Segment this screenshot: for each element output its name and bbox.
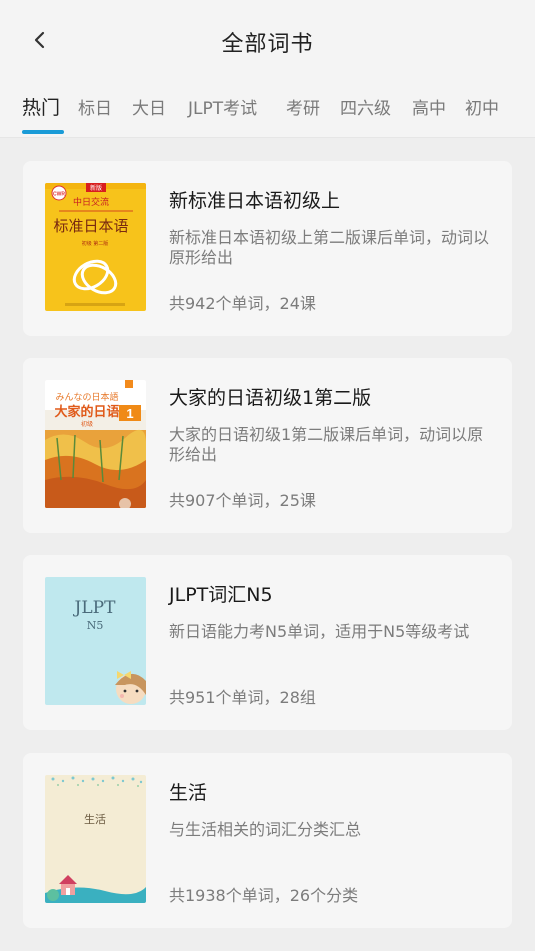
cover-main-text: 标准日本语 bbox=[53, 217, 128, 235]
tab-middle-school[interactable]: 初中 bbox=[465, 94, 499, 119]
page-title: 全部词书 bbox=[221, 32, 314, 57]
top-bar: 全部词书 bbox=[0, 0, 535, 80]
cover-level: 初级 bbox=[81, 420, 93, 428]
book-title: 生活 bbox=[169, 782, 208, 804]
book-card[interactable]: CWR 新版 中日交流 标准日本语 初级 第二版 新标准日本语初级上 新标准日本… bbox=[23, 161, 512, 336]
book-meta: 共907个单词，25课 bbox=[169, 491, 316, 510]
book-description: 新日语能力考N5单词，适用于N5等级考试 bbox=[169, 622, 470, 641]
book-cover: JLPT N5 bbox=[45, 577, 146, 705]
book-cover: みんなの日本語 大家的日语 1 初级 bbox=[45, 380, 146, 508]
tab-active-indicator bbox=[22, 130, 64, 134]
tab-kaoyan[interactable]: 考研 bbox=[286, 94, 320, 119]
book-card[interactable]: JLPT N5 JLPT词汇N5 新日语能力考N5单词，适用于N5等级考试 共9… bbox=[23, 555, 512, 730]
tab-cet[interactable]: 四六级 bbox=[340, 94, 391, 119]
tab-high-school[interactable]: 高中 bbox=[412, 94, 446, 119]
book-title: JLPT词汇N5 bbox=[169, 584, 273, 606]
tab-jlpt[interactable]: JLPT考试 bbox=[188, 94, 257, 119]
cover-logo: CWR bbox=[53, 192, 65, 198]
cover-main-text: 大家的日语 bbox=[54, 404, 119, 420]
book-card[interactable]: みんなの日本語 大家的日语 1 初级 大家的日语初级1第二版 大家的日语初级1第… bbox=[23, 358, 512, 533]
book-cover: CWR 新版 中日交流 标准日本语 初级 第二版 bbox=[45, 183, 146, 311]
cover-badge: 新版 bbox=[90, 184, 102, 192]
tab-hot[interactable]: 热门 bbox=[22, 93, 60, 120]
cover-main-text: JLPT bbox=[73, 598, 117, 618]
book-cover: 生活 bbox=[45, 775, 146, 903]
cover-top-text: 中日交流 bbox=[73, 196, 109, 208]
cover-number: 1 bbox=[126, 406, 133, 421]
book-meta: 共1938个单词，26个分类 bbox=[169, 886, 359, 905]
book-card[interactable]: 生活 生活 与生活相关的词汇分类汇总 共1938个单词，26个分类 bbox=[23, 753, 512, 928]
book-description: 与生活相关的词汇分类汇总 bbox=[169, 820, 362, 839]
tab-biaori[interactable]: 标日 bbox=[78, 94, 112, 119]
cover-edition-text: 初级 第二版 bbox=[82, 240, 109, 247]
book-description: 大家的日语初级1第二版课后单词，动词以原形给出 bbox=[169, 425, 484, 464]
cover-jp-text: みんなの日本語 bbox=[55, 391, 118, 403]
divider bbox=[0, 137, 535, 138]
book-meta: 共942个单词，24课 bbox=[169, 294, 316, 313]
tab-dari[interactable]: 大日 bbox=[132, 94, 166, 119]
book-title: 新标准日本语初级上 bbox=[169, 190, 341, 212]
book-description: 新标准日本语初级上第二版课后单词，动词以原形给出 bbox=[169, 228, 490, 267]
book-meta: 共951个单词，28组 bbox=[169, 688, 316, 707]
book-title: 大家的日语初级1第二版 bbox=[169, 387, 372, 409]
category-tabs: 热门 标日 大日 JLPT考试 考研 四六级 高中 初中 bbox=[0, 80, 535, 138]
cover-main-text: 生活 bbox=[84, 812, 106, 826]
cover-sub-text: N5 bbox=[87, 619, 104, 632]
